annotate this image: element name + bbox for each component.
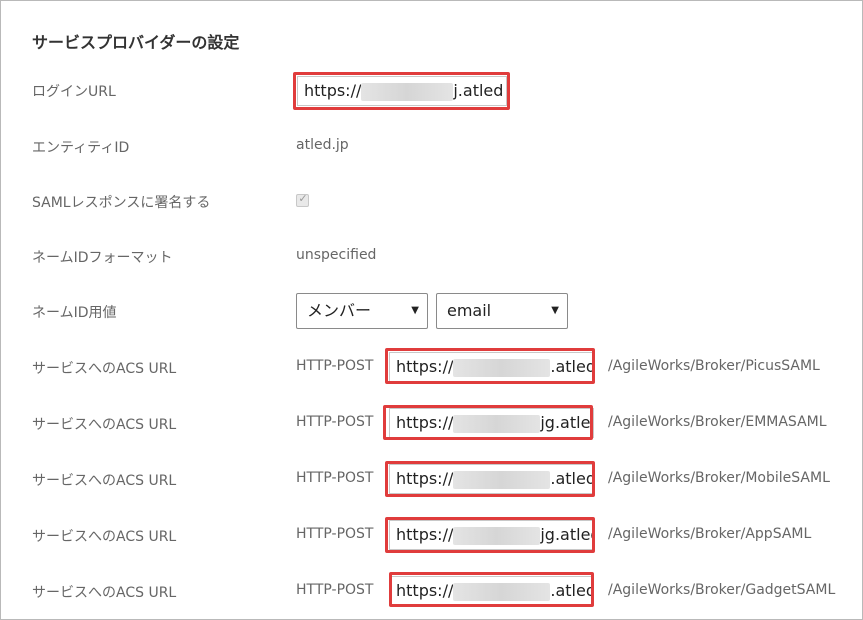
saml-sign-label: SAMLレスポンスに署名する — [32, 195, 211, 211]
acs-label: サービスへのACS URL — [32, 417, 177, 433]
redacted-mask — [453, 526, 541, 545]
saml-sign-checkbox[interactable]: ✓ — [296, 192, 309, 207]
acs-url-suffix: jg.atled — [540, 413, 593, 432]
acs-path: /AgileWorks/Broker/AppSAML — [608, 526, 812, 542]
section-title: サービスプロバイダーの設定 — [32, 33, 240, 52]
redacted-mask — [453, 358, 551, 377]
acs-path: /AgileWorks/Broker/GadgetSAML — [608, 582, 836, 598]
chevron-down-icon: ▼ — [551, 305, 559, 316]
entity-id-value: atled.jp — [296, 137, 349, 153]
acs-url-prefix: https:// — [396, 357, 454, 376]
acs-url-field[interactable]: https:// .atled — [389, 352, 594, 382]
acs-url-suffix: .atled — [550, 581, 594, 600]
settings-panel: サービスプロバイダーの設定 ログインURL https:// j.atled エン… — [0, 0, 863, 620]
login-url-label: ログインURL — [32, 84, 116, 100]
entity-id-label: エンティティID — [32, 140, 130, 156]
acs-path: /AgileWorks/Broker/MobileSAML — [608, 470, 830, 486]
acs-label: サービスへのACS URL — [32, 529, 177, 545]
acs-method: HTTP-POST — [296, 582, 374, 598]
acs-method: HTTP-POST — [296, 470, 374, 486]
check-icon: ✓ — [298, 192, 308, 205]
login-url-prefix: https:// — [304, 81, 362, 100]
acs-method: HTTP-POST — [296, 526, 374, 542]
nameid-attribute-select[interactable]: email ▼ — [436, 293, 568, 329]
acs-method: HTTP-POST — [296, 358, 374, 374]
acs-url-prefix: https:// — [396, 525, 454, 544]
acs-label: サービスへのACS URL — [32, 361, 177, 377]
redacted-mask — [453, 470, 551, 489]
acs-url-suffix: .atled — [550, 469, 594, 488]
acs-method: HTTP-POST — [296, 414, 374, 430]
login-url-suffix: j.atled — [453, 81, 504, 100]
acs-url-suffix: jg.atled — [540, 525, 593, 544]
nameid-format-value: unspecified — [296, 247, 377, 263]
redacted-mask — [361, 82, 454, 101]
nameid-source-value: メンバー — [307, 301, 372, 320]
acs-label: サービスへのACS URL — [32, 585, 177, 601]
nameid-attribute-value: email — [447, 301, 492, 320]
acs-url-field[interactable]: https:// .atled — [389, 576, 594, 606]
acs-url-prefix: https:// — [396, 413, 454, 432]
redacted-mask — [453, 414, 541, 433]
acs-label: サービスへのACS URL — [32, 473, 177, 489]
login-url-field[interactable]: https:// j.atled — [297, 76, 507, 106]
nameid-value-label: ネームID用値 — [32, 305, 117, 321]
acs-url-field[interactable]: https:// jg.atled — [389, 520, 594, 550]
acs-path: /AgileWorks/Broker/EMMASAML — [608, 414, 827, 430]
nameid-source-select[interactable]: メンバー ▼ — [296, 293, 428, 329]
acs-url-field[interactable]: https:// jg.atled — [389, 408, 594, 438]
redacted-mask — [453, 582, 551, 601]
acs-url-prefix: https:// — [396, 581, 454, 600]
acs-url-prefix: https:// — [396, 469, 454, 488]
chevron-down-icon: ▼ — [411, 305, 419, 316]
nameid-format-label: ネームIDフォーマット — [32, 250, 173, 266]
acs-url-field[interactable]: https:// .atled — [389, 464, 594, 494]
acs-url-suffix: .atled — [550, 357, 594, 376]
acs-path: /AgileWorks/Broker/PicusSAML — [608, 358, 820, 374]
